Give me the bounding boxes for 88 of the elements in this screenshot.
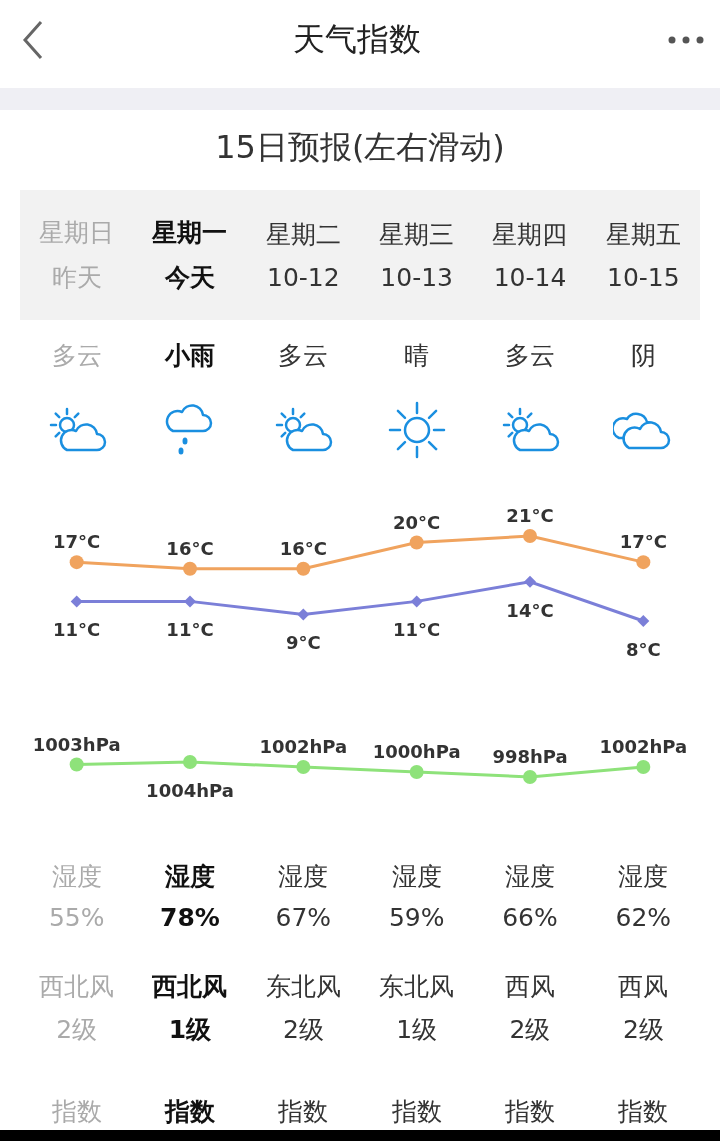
weather-condition: 多云 (278, 340, 329, 370)
data-label: 1002hPa (599, 736, 688, 757)
date-label: 昨天 (51, 262, 102, 294)
data-label: 21°C (506, 505, 554, 526)
data-label: 11°C (393, 619, 441, 641)
data-point (183, 561, 197, 576)
wind-direction: 西风 (618, 971, 669, 1003)
data-point (524, 575, 536, 588)
wind-direction: 西北风 (152, 971, 228, 1003)
page-title: 天气指数 (293, 20, 421, 58)
data-label: 9°C (285, 632, 321, 654)
index-label: 指数 (505, 1096, 555, 1128)
date-label: 10-13 (380, 263, 453, 292)
wind-direction: 西北风 (39, 971, 115, 1003)
wind-level: 2级 (282, 1014, 324, 1046)
data-label: 14°C (506, 599, 554, 621)
index-label: 指数 (618, 1096, 669, 1128)
weekday-label: 星期二 (265, 219, 341, 251)
weather-condition: 多云 (505, 340, 555, 370)
data-label: 16°C (279, 537, 327, 559)
index-label: 指数 (51, 1096, 102, 1128)
data-label: 20°C (393, 511, 441, 533)
data-point (636, 555, 651, 570)
data-point (523, 529, 537, 543)
humidity-label: 湿度 (618, 861, 669, 893)
weekday-label: 星期一 (152, 217, 228, 249)
data-label: 17°C (619, 531, 667, 553)
data-point (297, 608, 310, 621)
humidity-value: 78% (160, 903, 220, 932)
wind-level: 2级 (622, 1014, 664, 1046)
data-label: 1003hPa (32, 733, 121, 755)
wind-level: 2级 (509, 1014, 551, 1046)
wind-level: 1级 (168, 1014, 212, 1046)
humidity-label: 湿度 (391, 861, 442, 893)
index-label: 指数 (391, 1096, 442, 1128)
data-point (69, 555, 84, 570)
data-point (409, 765, 424, 779)
data-point (409, 535, 424, 550)
data-label: 1002hPa (259, 736, 348, 757)
data-point (296, 561, 311, 576)
date-label: 10-15 (607, 263, 680, 292)
data-point (410, 595, 423, 608)
humidity-value: 62% (615, 903, 672, 932)
humidity-label: 湿度 (51, 861, 102, 893)
date-label: 10-14 (493, 263, 567, 292)
data-label: 11°C (53, 619, 101, 641)
humidity-value: 59% (388, 903, 445, 932)
wind-level: 1级 (396, 1014, 438, 1046)
wind-direction: 西风 (505, 971, 555, 1003)
wind-direction: 东北风 (379, 971, 455, 1003)
data-label: 1004hPa (146, 780, 234, 801)
data-label: 1000hPa (372, 741, 461, 762)
weekday-label: 星期日 (39, 217, 115, 249)
weather-condition: 小雨 (165, 340, 215, 370)
data-point (183, 755, 197, 769)
data-label: 8°C (625, 639, 661, 660)
data-point (184, 595, 196, 608)
data-point (69, 757, 84, 772)
date-label: 10-12 (267, 263, 340, 292)
weekday-label: 星期五 (605, 219, 681, 251)
data-point (636, 760, 651, 774)
index-label: 指数 (165, 1096, 215, 1128)
data-point (296, 760, 311, 774)
index-label: 指数 (278, 1096, 329, 1128)
wind-level: 2级 (56, 1014, 98, 1046)
humidity-value: 66% (502, 903, 558, 932)
weather-condition: 晴 (404, 340, 430, 370)
back-icon (21, 18, 45, 62)
weekday-label: 星期三 (379, 219, 455, 251)
data-label: 998hPa (492, 746, 568, 767)
forecast-title: 15日预报(左右滑动) (215, 126, 505, 168)
weekday-label: 星期四 (492, 219, 568, 251)
data-label: 17°C (53, 531, 101, 553)
data-point (70, 595, 83, 608)
data-label: 11°C (166, 619, 214, 641)
date-label: 今天 (165, 262, 215, 294)
humidity-value: 67% (275, 903, 332, 932)
weather-condition: 阴 (630, 340, 656, 370)
wind-direction: 东北风 (265, 971, 341, 1003)
sun-icon (386, 400, 447, 460)
humidity-label: 湿度 (165, 861, 215, 893)
weather-condition: 多云 (51, 340, 102, 370)
humidity-label: 湿度 (505, 861, 555, 893)
data-label: 16°C (166, 537, 214, 559)
data-point (637, 615, 650, 627)
humidity-label: 湿度 (278, 861, 329, 893)
humidity-value: 55% (48, 903, 105, 932)
data-point (523, 770, 537, 784)
